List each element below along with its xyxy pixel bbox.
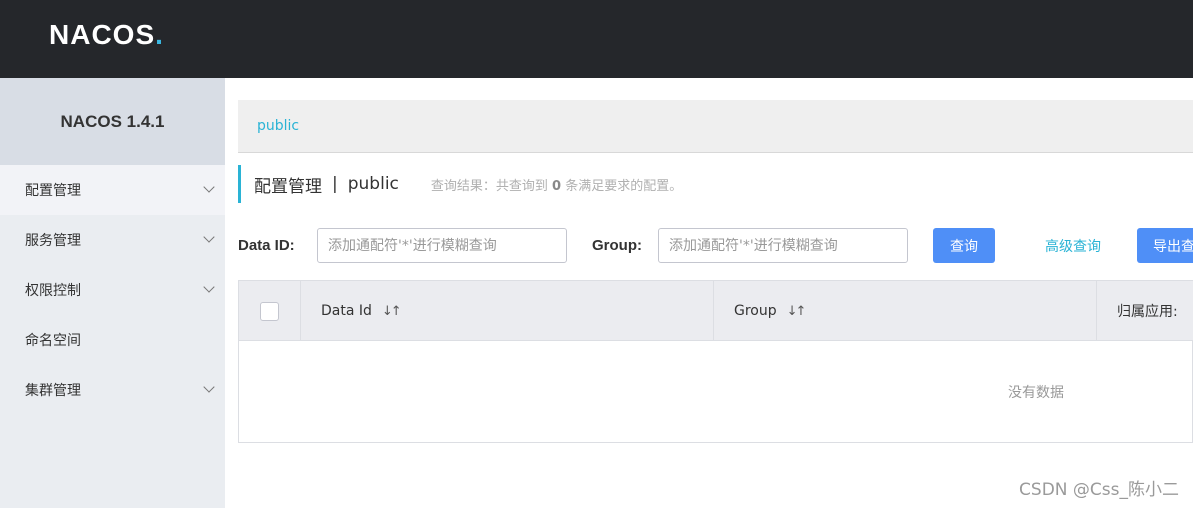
chevron-down-icon: [203, 381, 215, 393]
logo-text-cos: COS: [91, 19, 156, 50]
sidebar-item-label: 命名空间: [25, 333, 81, 349]
empty-state: 没有数据: [239, 341, 1193, 442]
column-label: Data Id: [321, 303, 372, 319]
data-id-input[interactable]: [317, 228, 567, 263]
title-accent-bar: [238, 165, 241, 203]
page-title: 配置管理: [254, 176, 322, 197]
sidebar-item-cluster-management[interactable]: 集群管理: [0, 365, 225, 415]
sidebar-item-label: 集群管理: [25, 383, 81, 399]
title-separator: |: [332, 174, 338, 194]
sidebar-item-label: 服务管理: [25, 233, 81, 249]
main-content: public 配置管理 | public 查询结果：共查询到 0 条满足要求的配…: [225, 78, 1193, 508]
sort-icon[interactable]: ↓↑: [787, 304, 807, 319]
logo-text-na: NA: [49, 19, 92, 50]
column-label: 归属应用:: [1117, 304, 1178, 320]
namespace-link-public[interactable]: public: [257, 118, 299, 134]
sidebar-item-label: 配置管理: [25, 183, 81, 199]
result-prefix: 查询结果：共查询到: [430, 178, 548, 194]
chevron-down-icon: [203, 281, 215, 293]
logo-dot: .: [155, 19, 164, 50]
column-label: Group: [734, 303, 777, 319]
export-button[interactable]: 导出查: [1137, 228, 1193, 263]
search-bar: Data ID: Group: 查询 高级查询 导出查: [238, 228, 1193, 264]
sidebar-item-service-management[interactable]: 服务管理: [0, 215, 225, 265]
namespace-breadcrumb: public: [238, 100, 1193, 153]
config-table: Data Id ↓↑ Group ↓↑ 归属应用: 没有数据: [238, 280, 1193, 443]
group-input[interactable]: [658, 228, 908, 263]
chevron-down-icon: [203, 231, 215, 243]
empty-text: 没有数据: [1008, 384, 1064, 401]
sidebar-item-label: 权限控制: [25, 283, 81, 299]
result-count: 0: [552, 178, 562, 194]
result-suffix: 条满足要求的配置。: [565, 178, 683, 194]
nacos-logo[interactable]: NA COS.: [49, 18, 164, 52]
query-result-summary: 查询结果：共查询到 0 条满足要求的配置。: [431, 175, 682, 194]
sidebar-item-namespace[interactable]: 命名空间: [0, 315, 225, 365]
sidebar-item-access-control[interactable]: 权限控制: [0, 265, 225, 315]
select-all-cell: [239, 281, 301, 341]
sort-icon[interactable]: ↓↑: [382, 304, 402, 319]
query-button[interactable]: 查询: [933, 228, 995, 263]
column-header-app: 归属应用:: [1097, 281, 1193, 341]
version-label: NACOS 1.4.1: [0, 78, 225, 165]
column-header-data-id[interactable]: Data Id ↓↑: [301, 281, 714, 341]
group-label: Group:: [592, 237, 642, 254]
watermark: CSDN @Css_陈小二: [1019, 480, 1179, 500]
sidebar-item-config-management[interactable]: 配置管理: [0, 165, 225, 215]
sidebar: NACOS 1.4.1 配置管理 服务管理 权限控制 命名空间 集群管理: [0, 78, 225, 508]
page-title-row: 配置管理 | public 查询结果：共查询到 0 条满足要求的配置。: [238, 165, 682, 203]
data-id-label: Data ID:: [238, 237, 295, 254]
select-all-checkbox[interactable]: [260, 301, 279, 321]
column-header-group[interactable]: Group ↓↑: [714, 281, 1097, 341]
chevron-down-icon: [203, 181, 215, 193]
advanced-query-link[interactable]: 高级查询: [1045, 236, 1101, 256]
table-header: Data Id ↓↑ Group ↓↑ 归属应用:: [239, 281, 1193, 341]
top-navbar: NA COS.: [0, 0, 1193, 78]
title-namespace: public: [347, 174, 399, 194]
